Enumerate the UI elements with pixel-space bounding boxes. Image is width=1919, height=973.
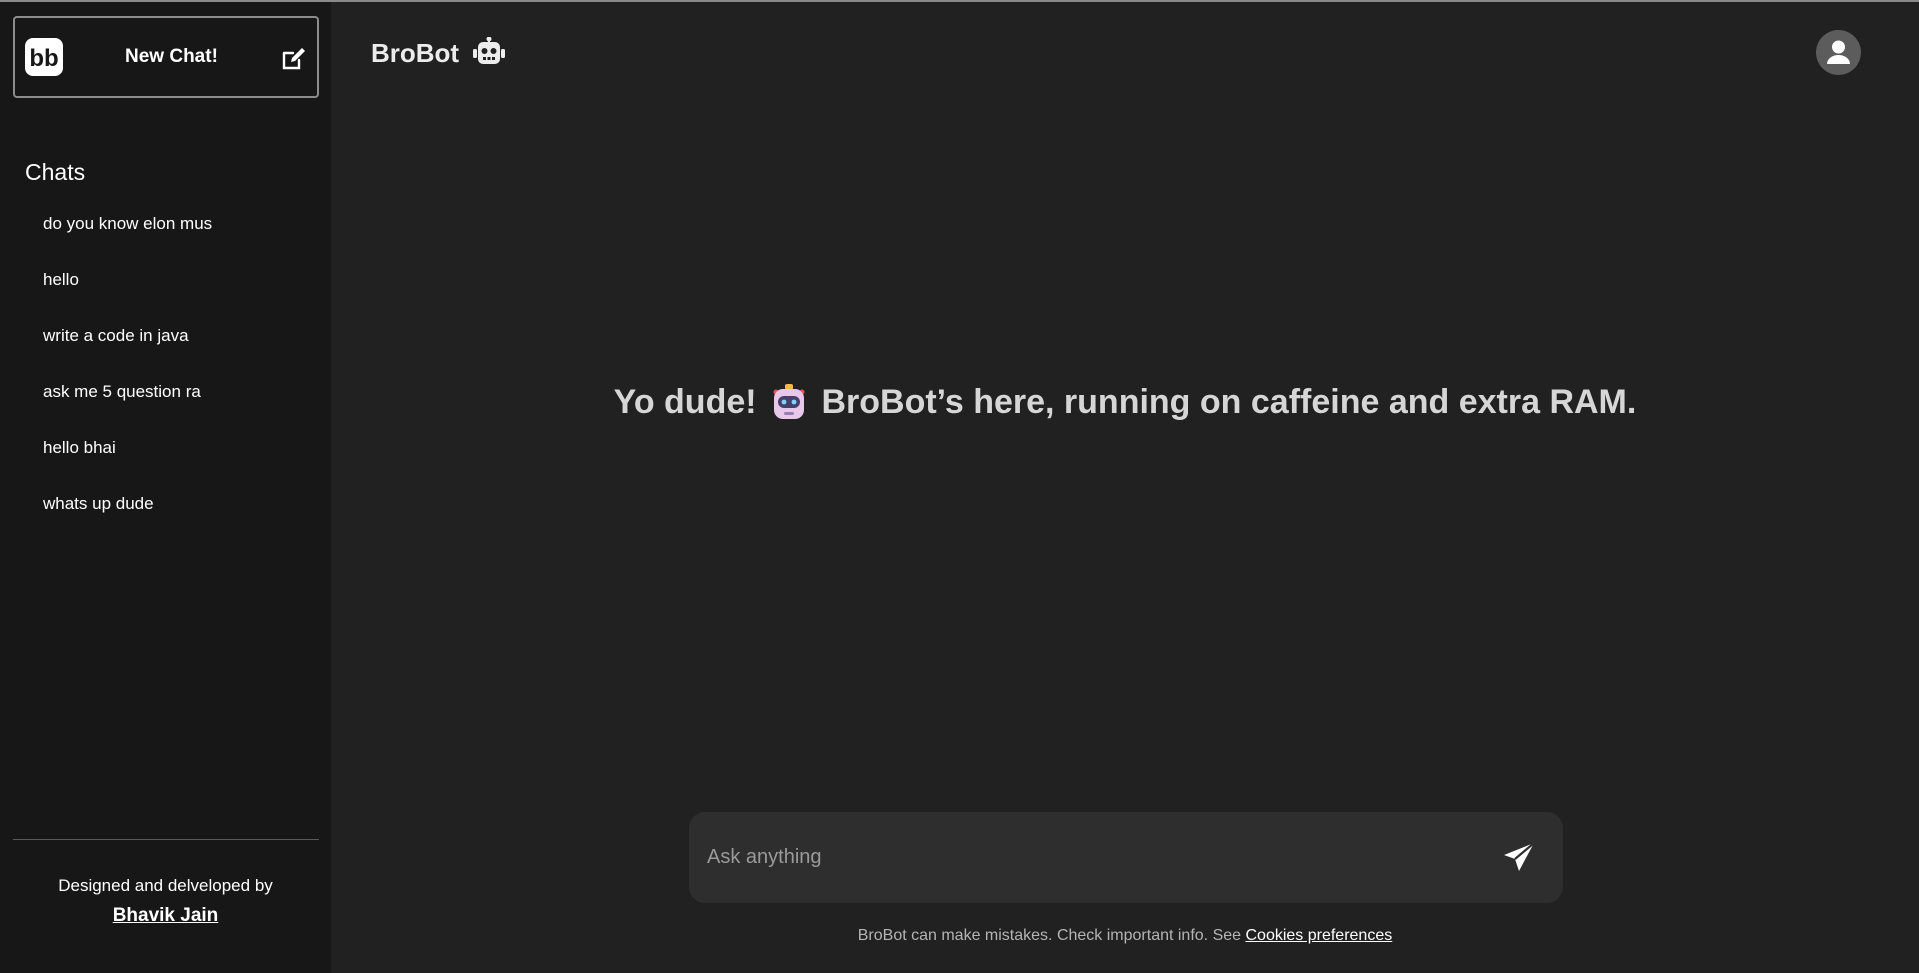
author-link[interactable]: Bhavik Jain (0, 905, 331, 927)
disclaimer: BroBot can make mistakes. Check importan… (331, 927, 1919, 945)
disclaimer-text: BroBot can make mistakes. Check importan… (857, 927, 1242, 944)
chat-history-item[interactable]: hello (43, 266, 212, 322)
chat-history-item[interactable]: write a code in java (43, 322, 212, 378)
chat-history-item[interactable]: hello bhai (43, 434, 212, 490)
sidebar: bb New Chat! Chats do you know elon mus … (0, 2, 331, 973)
greeting-text-end: BroBot’s here, running on caffeine and e… (821, 383, 1637, 421)
send-icon (1504, 842, 1535, 871)
welcome-message: Yo dude! BroBot’s here, running on caffe… (331, 383, 1919, 422)
chat-input[interactable] (705, 830, 1465, 885)
robot-emoji-icon (770, 383, 808, 421)
robot-icon (472, 36, 506, 67)
user-avatar-icon (1827, 40, 1850, 64)
edit-icon (280, 46, 306, 72)
chat-history-list: do you know elon mus hello write a code … (43, 210, 212, 546)
chat-history-item[interactable]: whats up dude (43, 490, 212, 546)
sidebar-divider (13, 839, 319, 840)
greeting-text-start: Yo dude! (613, 383, 757, 421)
credit-text: Designed and delveloped by (58, 876, 273, 895)
svg-text:bb: bb (29, 45, 58, 72)
composer (689, 812, 1563, 903)
cookies-preferences-link[interactable]: Cookies preferences (1245, 927, 1392, 944)
new-chat-label: New Chat! (125, 46, 218, 67)
chat-history-item[interactable]: ask me 5 question ra (43, 378, 212, 434)
send-button[interactable] (1501, 840, 1537, 876)
new-chat-button[interactable]: bb New Chat! (13, 16, 319, 98)
chat-history-item[interactable]: do you know elon mus (43, 210, 212, 266)
brobot-logo-icon: bb (25, 38, 63, 76)
user-avatar-button[interactable] (1816, 30, 1861, 75)
app-title: BroBot (371, 38, 460, 68)
chats-heading: Chats (25, 159, 86, 185)
